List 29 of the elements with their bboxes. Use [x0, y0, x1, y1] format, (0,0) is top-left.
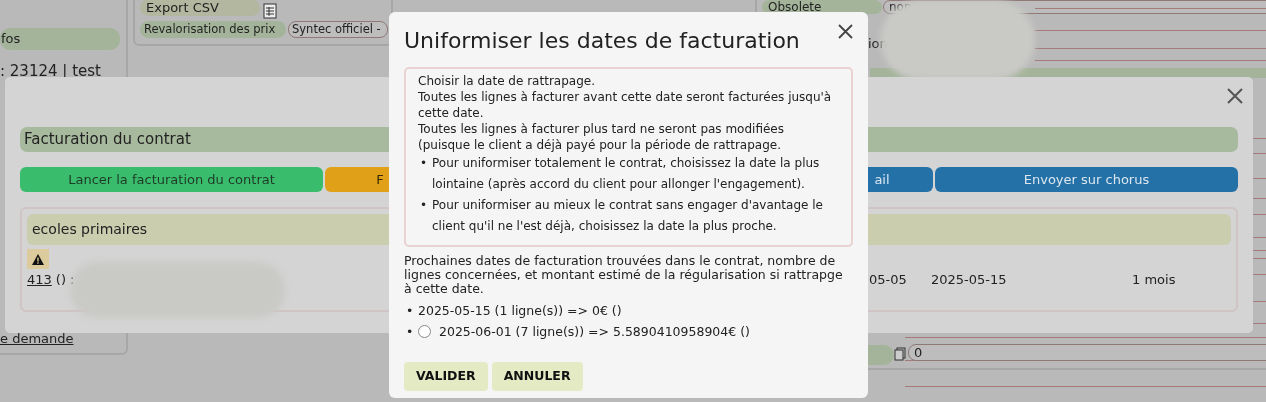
dialog-button[interactable]: VALIDER — [404, 362, 488, 391]
action-button[interactable]: Envoyer sur chorus — [935, 167, 1238, 192]
export-button[interactable]: Export CSV — [140, 0, 260, 16]
intro-text: Prochaines dates de facturation trouvées dans le contrat, nombre de lignes concernées, et montant estimé de la régularisation si rattrapge à cette date. — [404, 254, 844, 296]
request-link[interactable]: e demande — [0, 329, 74, 349]
counter-field: 0 — [908, 344, 1266, 361]
bullet-marker: • — [405, 302, 415, 320]
record-link[interactable]: 413 — [27, 270, 52, 290]
close-icon[interactable] — [1227, 88, 1243, 104]
info-text: Choisir la date de rattrapage. — [418, 73, 596, 89]
price-revaluation-label: Revalorisation des prix — [140, 21, 286, 38]
table-cell: 2025-05-15 — [931, 272, 1007, 288]
price-index-field[interactable]: Syntec officiel - — [288, 21, 388, 38]
dialog-title: Uniformiser les dates de facturation — [404, 27, 800, 55]
close-icon[interactable] — [838, 24, 853, 39]
table-cell: 05-05 — [869, 272, 907, 288]
spreadsheet-icon — [263, 0, 277, 16]
option-label: 2025-05-15 (1 ligne(s)) => 0€ () — [418, 302, 622, 320]
section-header: fos — [0, 28, 120, 50]
action-button[interactable]: Lancer la facturation du contrat — [20, 167, 323, 192]
table-cell: 1 mois — [1132, 272, 1176, 288]
record-text: () : — [55, 271, 75, 290]
info-text: Toutes les lignes à facturer avant cette date seront facturées jusqu'à cette date. — [418, 89, 833, 121]
dialog-button[interactable]: ANNULER — [491, 362, 583, 391]
radio-button[interactable] — [418, 325, 431, 338]
bullet-marker: • — [419, 197, 429, 214]
option-label[interactable]: 2025-06-01 (7 ligne(s)) => 5.5890410958904€ () — [439, 321, 750, 342]
info-bullet: Pour uniformiser totalement le contrat, choisissez la date la plus lointaine (après accord du client pour allonger l'engagement). — [432, 155, 821, 193]
bullet-marker: • — [405, 323, 415, 341]
